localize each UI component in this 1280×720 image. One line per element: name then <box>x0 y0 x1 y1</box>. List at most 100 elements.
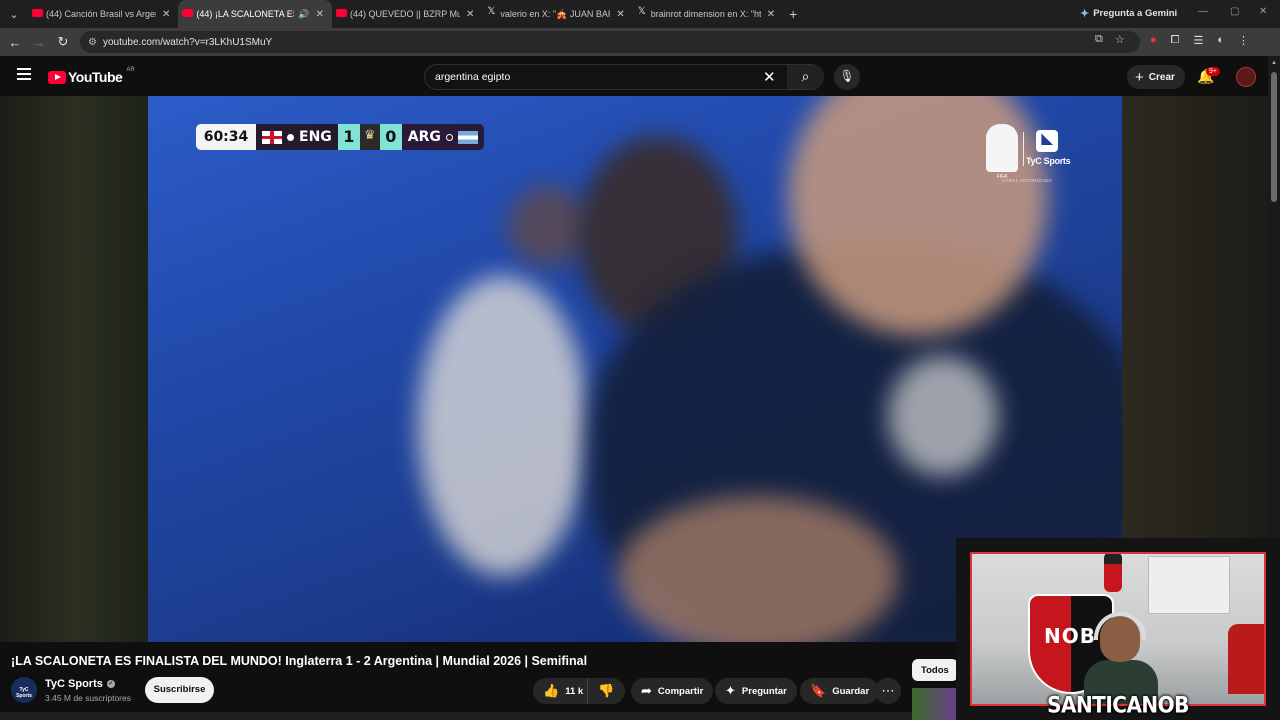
video-metadata: ¡LA SCALONETA ES FINALISTA DEL MUNDO! In… <box>0 642 960 720</box>
tab-label: (44) Canción Brasil vs Argentina <box>46 9 156 19</box>
channel-avatar-label: TyC Sports <box>16 687 32 699</box>
youtube-header: YouTube AR argentina egipto ✕ ⌕ 🎙 + Crea… <box>0 56 1280 96</box>
x-icon: 𝕏 <box>487 6 496 17</box>
home-team-name: ENG <box>299 129 332 145</box>
plus-icon: + <box>1135 68 1144 86</box>
subscribe-button[interactable]: Suscribirse <box>145 677 214 703</box>
tab-search-chevron-icon[interactable]: ⌄ <box>0 8 28 21</box>
address-bar-actions: ⧉ ☆ <box>1095 33 1125 46</box>
player-arm <box>618 496 898 642</box>
channel-name[interactable]: TyC Sports <box>45 678 103 690</box>
broadcaster-logo: FIFA ◣ TyC Sports CANAL AUTORIZADO <box>986 124 1086 184</box>
close-tab-icon[interactable]: ✕ <box>466 9 474 20</box>
youtube-icon <box>336 9 347 17</box>
x-icon: 𝕏 <box>637 6 646 17</box>
clear-search-icon[interactable]: ✕ <box>763 68 776 86</box>
bookmark-star-icon[interactable]: ☆ <box>1115 33 1125 46</box>
menu-kebab-icon[interactable]: ⋮ <box>1238 34 1249 47</box>
dot-icon <box>287 133 294 141</box>
browser-tab[interactable]: 𝕏 valerio en X: "🎪 JUAN BARINAGA ✕ <box>482 0 632 28</box>
search-input[interactable]: argentina egipto <box>435 71 510 83</box>
new-tab-icon[interactable]: + <box>789 6 797 22</box>
maximize-icon[interactable]: ▢ <box>1230 6 1239 17</box>
create-label: Crear <box>1148 71 1175 83</box>
ask-label: Preguntar <box>741 685 787 697</box>
gemini-button[interactable]: ✦ Pregunta a Gemini <box>1080 7 1177 20</box>
browser-tab-active[interactable]: (44) ¡LA SCALONETA ES FINALISTA 🔊 ✕ <box>178 0 332 28</box>
like-button[interactable]: 👍 11 k <box>533 678 593 704</box>
close-tab-icon[interactable]: ✕ <box>162 9 170 20</box>
away-team-name: ARG <box>407 129 441 145</box>
search-box[interactable]: argentina egipto ✕ ⌕ <box>424 64 824 90</box>
extension-icon[interactable]: ● <box>1150 34 1157 47</box>
bookmark-icon: 🔖 <box>810 683 827 698</box>
puzzle-icon[interactable]: ⧠ <box>1171 34 1180 47</box>
tab-label: (44) QUEVEDO || BZRP Music Sessions <box>350 9 460 19</box>
region-code: AR <box>126 67 135 73</box>
content-edge <box>0 712 960 720</box>
close-tab-icon[interactable]: ✕ <box>767 9 775 20</box>
browser-extensions: ● ⧠ ☰ ◐ ⋮ <box>1150 34 1249 47</box>
install-app-icon[interactable]: ⧉ <box>1095 33 1103 46</box>
match-clock: 60:34 <box>196 124 256 150</box>
away-score: 0 <box>379 124 402 150</box>
forward-icon[interactable]: → <box>27 35 51 50</box>
profile-icon[interactable]: ◐ <box>1217 34 1224 47</box>
tab-label: valerio en X: "🎪 JUAN BARINAGA <box>500 8 610 19</box>
thumbs-down-icon: 👎 <box>598 683 615 698</box>
close-window-icon[interactable]: ✕ <box>1259 6 1267 17</box>
recommended-thumbnail[interactable] <box>912 688 956 720</box>
webcam-frame: NOB <box>970 552 1266 706</box>
channel-avatar[interactable]: TyC Sports <box>11 677 37 703</box>
close-tab-icon[interactable]: ✕ <box>616 9 624 20</box>
reading-list-icon[interactable]: ☰ <box>1193 34 1203 47</box>
save-button[interactable]: 🔖 Guardar <box>800 678 880 704</box>
home-team: ENG <box>256 124 338 150</box>
gemini-label: Pregunta a Gemini <box>1093 8 1178 19</box>
thumbs-up-icon: 👍 <box>543 683 560 698</box>
background-player-head <box>508 186 588 266</box>
microphone-icon: 🎙 <box>839 69 855 83</box>
more-horizontal-icon: ⋯ <box>881 683 895 698</box>
youtube-icon <box>182 9 194 17</box>
video-title: ¡LA SCALONETA ES FINALISTA DEL MUNDO! In… <box>11 654 588 668</box>
hamburger-menu-icon[interactable] <box>17 68 31 83</box>
back-icon[interactable]: ← <box>3 35 27 50</box>
filter-chip-all[interactable]: Todos <box>912 659 958 681</box>
create-button[interactable]: + Crear <box>1127 65 1185 89</box>
tab-label: brainrot dimension en X: "https: <box>650 9 761 19</box>
dislike-button[interactable]: 👎 <box>587 678 625 704</box>
ask-button[interactable]: ✦ Preguntar <box>715 678 797 704</box>
browser-tab[interactable]: 𝕏 brainrot dimension en X: "https: ✕ <box>633 0 783 28</box>
divider <box>1023 132 1024 166</box>
whiteboard <box>1148 556 1230 614</box>
canal-autorizado-label: CANAL AUTORIZADO <box>1002 178 1053 183</box>
address-bar[interactable]: ⚙ youtube.com/watch?v=r3LKhU1SMuY <box>80 31 1140 53</box>
share-button[interactable]: ➦ Compartir <box>631 678 714 704</box>
scroll-up-icon[interactable]: ▲ <box>1271 60 1277 66</box>
more-actions-button[interactable]: ⋯ <box>875 678 901 704</box>
notifications-badge: 9+ <box>1206 67 1220 76</box>
reload-icon[interactable]: ↻ <box>51 34 75 50</box>
browser-tab[interactable]: (44) QUEVEDO || BZRP Music Sessions ✕ <box>332 0 482 28</box>
tab-label: (44) ¡LA SCALONETA ES FINALISTA <box>196 9 294 19</box>
away-team: ARG <box>401 124 484 150</box>
figurine <box>1104 554 1122 592</box>
tyc-label: TyC Sports <box>1026 156 1071 166</box>
minimize-icon[interactable]: — <box>1198 6 1208 17</box>
browser-tab[interactable]: (44) Canción Brasil vs Argentina ✕ <box>28 0 178 28</box>
argentina-flag-icon <box>457 130 478 144</box>
gemini-icon: ✦ <box>1080 8 1090 20</box>
voice-search-button[interactable]: 🎙 <box>834 64 860 90</box>
close-tab-icon[interactable]: ✕ <box>316 9 324 20</box>
youtube-logo[interactable]: YouTube AR <box>48 67 135 85</box>
speaker-icon[interactable]: 🔊 <box>298 9 309 20</box>
streamer-webcam: NOB SANTICANOB <box>956 538 1280 720</box>
scrollbar-thumb[interactable] <box>1271 72 1277 202</box>
site-info-icon[interactable]: ⚙ <box>88 37 97 48</box>
ambient-left <box>0 96 148 642</box>
user-avatar[interactable] <box>1236 67 1256 87</box>
channel-name-row[interactable]: TyC Sports ✓ <box>45 678 115 690</box>
fifa-trophy-icon <box>986 124 1018 172</box>
search-button[interactable]: ⌕ <box>787 65 824 89</box>
